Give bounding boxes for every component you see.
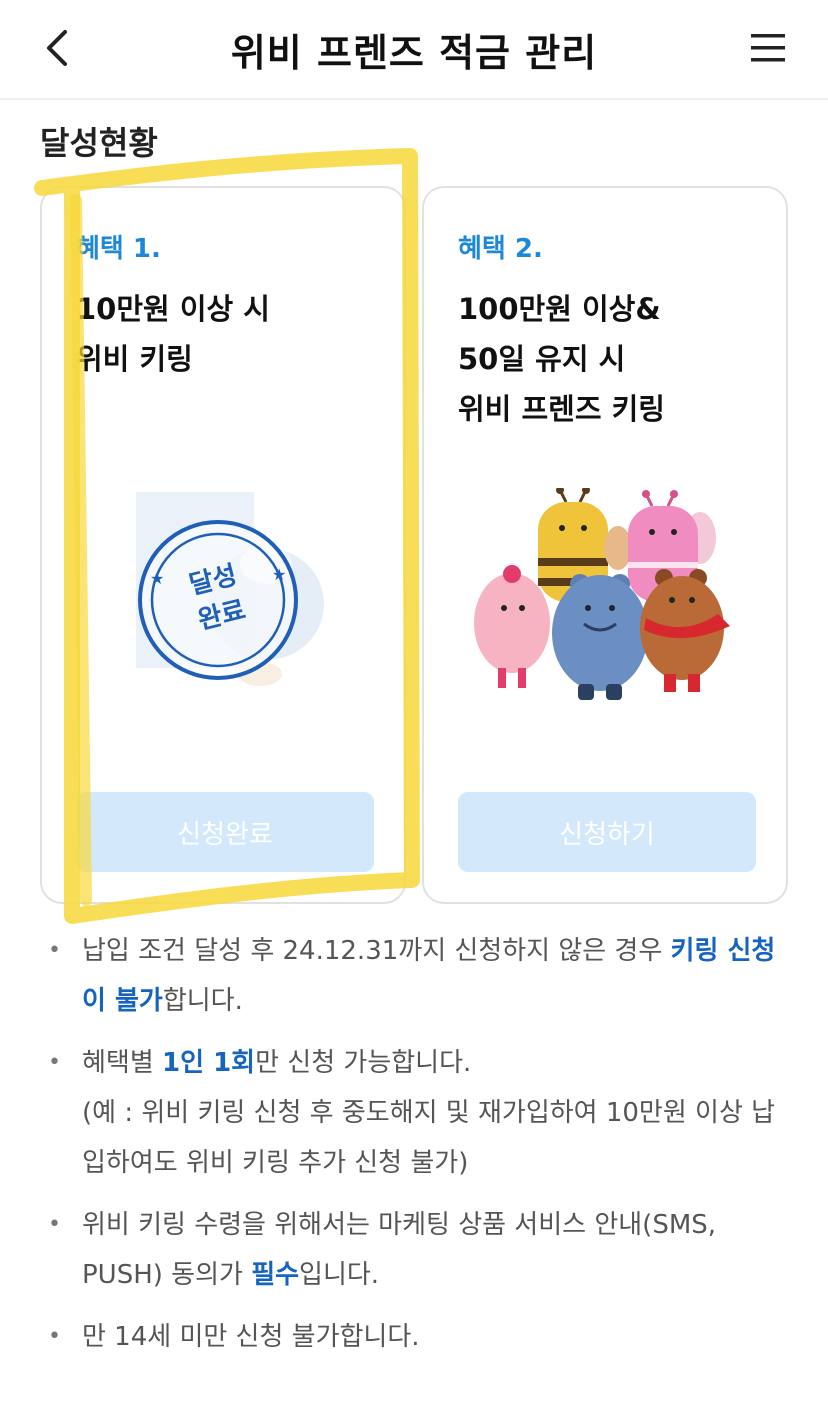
notice-text: 납입 조건 달성 후 24.12.31까지 신청하지 않은 경우 [82, 936, 671, 966]
notice-item: 만 14세 미만 신청 불가합니다. [42, 1312, 792, 1362]
friends-keyring-image [474, 488, 730, 700]
notice-emphasis: 1인 1회 [162, 1048, 256, 1078]
app-header: 위비 프렌즈 적금 관리 [0, 0, 828, 100]
section-title: 달성현황 [40, 124, 158, 162]
notice-list: 납입 조건 달성 후 24.12.31까지 신청하지 않은 경우 키링 신청이 … [42, 926, 792, 1374]
notice-emphasis: 필수 [251, 1260, 300, 1290]
benefit-card-2: 혜택 2. 100만원 이상& 50일 유지 시 위비 프렌즈 키링 신청하기 [422, 186, 788, 904]
hamburger-menu-icon [751, 34, 785, 62]
benefit-tag: 혜택 1. [76, 234, 161, 264]
benefit-line: 위비 프렌즈 키링 [458, 392, 665, 426]
apply-complete-button[interactable]: 신청완료 [76, 792, 374, 872]
benefit-tag: 혜택 2. [458, 234, 543, 264]
notice-item: 위비 키링 수령을 위해서는 마케팅 상품 서비스 안내(SMS, PUSH) … [42, 1200, 792, 1300]
svg-text:★: ★ [272, 565, 286, 584]
notice-text: 만 14세 미만 신청 불가합니다. [82, 1322, 420, 1352]
apply-button[interactable]: 신청하기 [458, 792, 756, 872]
benefit-description: 10만원 이상 시 위비 키링 [76, 284, 270, 384]
notice-text: 합니다. [162, 986, 243, 1016]
benefit-line: 10만원 이상 시 [76, 292, 270, 326]
page-title: 위비 프렌즈 적금 관리 [230, 31, 598, 75]
menu-button[interactable] [738, 18, 798, 78]
benefit-description: 100만원 이상& 50일 유지 시 위비 프렌즈 키링 [458, 284, 665, 434]
benefit-line: 100만원 이상& [458, 292, 661, 326]
benefit-line: 위비 키링 [76, 342, 193, 376]
notice-text: 입니다. [299, 1260, 380, 1290]
notice-example: (예 : 위비 키링 신청 후 중도해지 및 재가입하여 10만원 이상 납입하… [82, 1098, 776, 1178]
svg-text:★: ★ [150, 569, 164, 588]
benefit-line: 50일 유지 시 [458, 342, 626, 376]
notice-item: 혜택별 1인 1회만 신청 가능합니다. (예 : 위비 키링 신청 후 중도해… [42, 1038, 792, 1188]
benefit-card-1: 혜택 1. 10만원 이상 시 위비 키링 ★ ★ 달성 완료 신청완료 [40, 186, 406, 904]
notice-text: 위비 키링 수령을 위해서는 마케팅 상품 서비스 안내(SMS, PUSH) … [82, 1210, 717, 1290]
notice-item: 납입 조건 달성 후 24.12.31까지 신청하지 않은 경우 키링 신청이 … [42, 926, 792, 1026]
achievement-stamp-image: ★ ★ 달성 완료 [136, 492, 324, 686]
notice-text: 만 신청 가능합니다. [255, 1048, 472, 1078]
notice-text: 혜택별 [82, 1048, 163, 1078]
